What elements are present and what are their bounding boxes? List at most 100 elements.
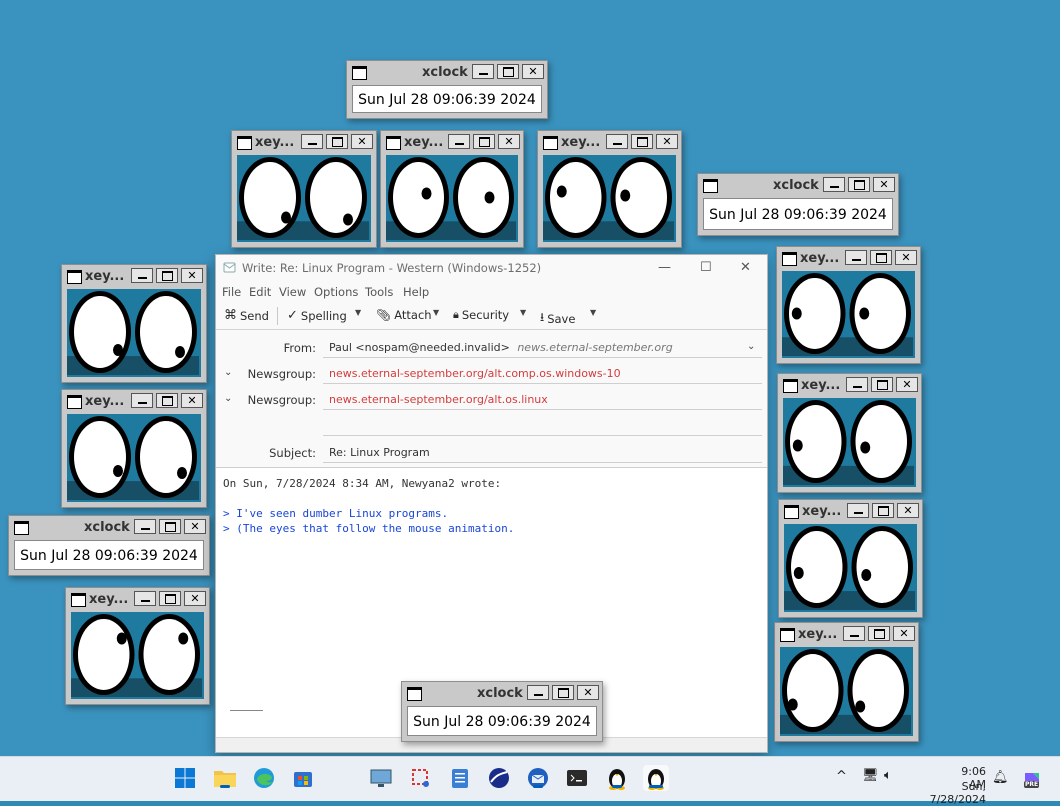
xeyes-window[interactable]: xey...: [61, 264, 207, 383]
attach-dropdown-icon[interactable]: ▼: [433, 308, 439, 317]
spelling-dropdown-icon[interactable]: ▼: [355, 308, 361, 317]
close-button[interactable]: [181, 393, 203, 408]
xeyes-titlebar[interactable]: xey...: [384, 134, 520, 151]
minimize-button[interactable]: [846, 377, 868, 392]
close-button[interactable]: [873, 177, 895, 192]
thunderbird-icon[interactable]: [525, 765, 551, 791]
window-menu-icon[interactable]: [386, 136, 401, 150]
store-icon[interactable]: [290, 765, 316, 791]
minimize-button[interactable]: —: [658, 260, 671, 275]
attach-button[interactable]: 📎︎ Attach: [376, 308, 432, 322]
xclock-titlebar[interactable]: xclock: [12, 519, 206, 536]
compose-window[interactable]: Write: Re: Linux Program - Western (Wind…: [215, 254, 768, 753]
maximize-button[interactable]: [156, 268, 178, 283]
minimize-button[interactable]: [131, 393, 153, 408]
xclock-window-top[interactable]: xclock Sun Jul 28 09:06:39 2024: [346, 60, 548, 119]
close-button[interactable]: [184, 519, 206, 534]
menu-view[interactable]: View: [279, 285, 306, 299]
close-button[interactable]: [181, 268, 203, 283]
maximize-button[interactable]: [552, 685, 574, 700]
chevron-down-icon[interactable]: ⌄: [224, 367, 232, 378]
maximize-button[interactable]: [631, 134, 653, 149]
minimize-button[interactable]: [448, 134, 470, 149]
maximize-button[interactable]: [871, 377, 893, 392]
close-button[interactable]: ✕: [740, 260, 751, 275]
spelling-button[interactable]: ✓ Spelling: [287, 308, 347, 323]
newsgroup-1[interactable]: news.eternal-september.org/alt.comp.os.w…: [329, 367, 621, 380]
xeyes-window[interactable]: xey...: [778, 499, 923, 618]
minimize-button[interactable]: [527, 685, 549, 700]
minimize-button[interactable]: [847, 503, 869, 518]
window-menu-icon[interactable]: [237, 136, 252, 150]
xeyes-window[interactable]: xey...: [776, 246, 921, 364]
newsgroup-2[interactable]: news.eternal-september.org/alt.os.linux: [329, 393, 548, 406]
xeyes-window[interactable]: xey...: [537, 130, 682, 248]
xeyes-titlebar[interactable]: xey...: [781, 377, 918, 394]
snipping-tool-icon[interactable]: [408, 765, 434, 791]
xeyes-titlebar[interactable]: xey...: [780, 250, 917, 267]
maximize-button[interactable]: ☐: [700, 260, 712, 275]
maximize-button[interactable]: [868, 626, 890, 641]
xeyes-window[interactable]: xey...: [61, 389, 207, 508]
from-value[interactable]: Paul <nospam@needed.invalid> news.eterna…: [329, 341, 673, 354]
close-button[interactable]: [184, 591, 206, 606]
xeyes-titlebar[interactable]: xey...: [778, 626, 915, 643]
xclock-titlebar[interactable]: xclock: [350, 64, 544, 81]
xeyes-window[interactable]: xey...: [65, 587, 210, 705]
linux-tux-icon[interactable]: [604, 765, 630, 791]
copilot-icon[interactable]: PRE: [1019, 767, 1045, 793]
window-menu-icon[interactable]: [71, 593, 86, 607]
minimize-button[interactable]: [131, 268, 153, 283]
minimize-button[interactable]: [301, 134, 323, 149]
notepad-icon[interactable]: [447, 765, 473, 791]
xclock-titlebar[interactable]: xclock: [405, 685, 599, 702]
maximize-button[interactable]: [159, 591, 181, 606]
window-menu-icon[interactable]: [67, 395, 82, 409]
xclock-titlebar[interactable]: xclock: [701, 177, 895, 194]
minimize-button[interactable]: [845, 250, 867, 265]
window-menu-icon[interactable]: [780, 628, 795, 642]
window-menu-icon[interactable]: [14, 521, 29, 535]
from-dropdown-icon[interactable]: ⌄: [747, 341, 755, 352]
xeyes-titlebar[interactable]: xey...: [782, 503, 919, 520]
window-menu-icon[interactable]: [543, 136, 558, 150]
network-icon[interactable]: 🖥︎: [862, 768, 879, 783]
notification-bell-icon[interactable]: 🔔︎: [992, 770, 1009, 785]
close-button[interactable]: [351, 134, 373, 149]
xeyes-titlebar[interactable]: xey...: [541, 134, 678, 151]
window-menu-icon[interactable]: [703, 179, 718, 193]
minimize-button[interactable]: [843, 626, 865, 641]
window-menu-icon[interactable]: [784, 505, 799, 519]
save-dropdown-icon[interactable]: ▼: [590, 308, 596, 317]
send-button[interactable]: ⌘ Send: [224, 308, 269, 323]
xclock-window-bottom[interactable]: xclock Sun Jul 28 09:06:39 2024: [401, 681, 603, 742]
xeyes-titlebar[interactable]: xey...: [65, 393, 203, 410]
menu-file[interactable]: File: [222, 285, 241, 299]
linux-tux-icon[interactable]: [643, 765, 669, 791]
edge-icon[interactable]: [251, 765, 277, 791]
close-button[interactable]: [895, 250, 917, 265]
window-menu-icon[interactable]: [352, 66, 367, 80]
maximize-button[interactable]: [848, 177, 870, 192]
window-menu-icon[interactable]: [782, 252, 797, 266]
minimize-button[interactable]: [606, 134, 628, 149]
xeyes-titlebar[interactable]: xey...: [235, 134, 373, 151]
maximize-button[interactable]: [872, 503, 894, 518]
xclock-window-left[interactable]: xclock Sun Jul 28 09:06:39 2024: [8, 515, 210, 576]
window-menu-icon[interactable]: [407, 687, 422, 701]
close-button[interactable]: [522, 64, 544, 79]
window-menu-icon[interactable]: [783, 379, 798, 393]
show-hidden-icons-chevron-icon[interactable]: ^: [836, 769, 847, 784]
subject-field[interactable]: Re: Linux Program: [329, 446, 430, 459]
maximize-button[interactable]: [156, 393, 178, 408]
compose-titlebar[interactable]: Write: Re: Linux Program - Western (Wind…: [216, 255, 767, 282]
close-button[interactable]: [893, 626, 915, 641]
minimize-button[interactable]: [134, 519, 156, 534]
maximize-button[interactable]: [326, 134, 348, 149]
menu-options[interactable]: Options: [314, 285, 358, 299]
clock-date[interactable]: Sun, 7/28/2024: [903, 780, 986, 806]
xeyes-window[interactable]: xey...: [777, 373, 922, 493]
xeyes-window[interactable]: xey...: [231, 130, 377, 248]
close-button[interactable]: [896, 377, 918, 392]
minimize-button[interactable]: [823, 177, 845, 192]
